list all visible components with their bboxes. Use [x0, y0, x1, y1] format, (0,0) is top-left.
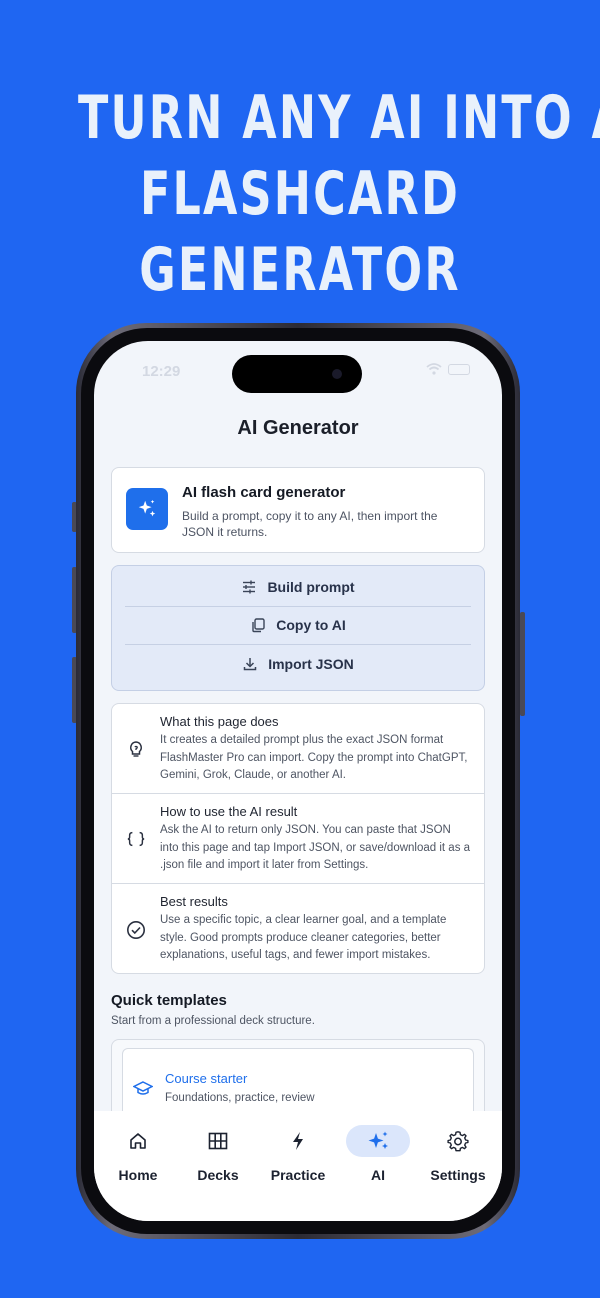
info-text-block: What this page does It creates a detaile…: [160, 714, 472, 785]
tab-label: Practice: [270, 1167, 326, 1183]
info-title: Best results: [160, 894, 228, 909]
tab-ai[interactable]: AI: [339, 1125, 417, 1183]
info-text: Use a specific topic, a clear learner go…: [160, 914, 447, 961]
battery-icon: [448, 363, 470, 375]
headline: TURN ANY AI INTO A FLASHCARD GENERATOR: [78, 80, 600, 308]
import-json-button[interactable]: Import JSON: [125, 645, 471, 684]
app-screen: 12:29 AI Generator AI flash card generat…: [94, 341, 502, 1221]
info-text-block: Best results Use a specific topic, a cle…: [160, 894, 472, 965]
info-text: It creates a detailed prompt plus the ex…: [160, 734, 468, 781]
home-icon: [106, 1125, 170, 1157]
braces-icon: [126, 830, 146, 848]
tab-label: Decks: [197, 1167, 239, 1183]
info-text: Ask the AI to return only JSON. You can …: [160, 824, 471, 871]
tab-settings[interactable]: Settings: [419, 1125, 497, 1183]
hero-text: AI flash card generator Build a prompt, …: [182, 484, 470, 539]
info-row: What this page does It creates a detaile…: [112, 704, 484, 794]
headline-line-2: FLASHCARD: [139, 159, 461, 229]
info-row: Best results Use a specific topic, a cle…: [112, 884, 484, 973]
tab-label: Settings: [430, 1167, 486, 1183]
status-time: 12:29: [142, 363, 181, 380]
build-prompt-label: Build prompt: [267, 578, 355, 595]
wifi-icon: [426, 363, 442, 375]
tab-label: AI: [371, 1167, 385, 1183]
info-title: How to use the AI result: [160, 804, 298, 819]
graduation-cap-icon: [133, 1081, 153, 1095]
status-bar: 12:29: [94, 341, 502, 397]
bolt-icon: [266, 1125, 330, 1157]
status-icons: [426, 363, 470, 375]
hero-card: AI flash card generator Build a prompt, …: [111, 467, 485, 553]
download-icon: [243, 658, 257, 671]
phone-bezel: 12:29 AI Generator AI flash card generat…: [81, 328, 515, 1234]
gear-icon: [426, 1125, 490, 1157]
info-row: How to use the AI result Ask the AI to r…: [112, 794, 484, 884]
template-name: Course starter: [165, 1071, 248, 1086]
headline-line-3: GENERATOR: [139, 235, 461, 305]
lightbulb-icon: [126, 740, 146, 758]
info-card: What this page does It creates a detaile…: [111, 703, 485, 974]
tab-decks[interactable]: Decks: [179, 1125, 257, 1183]
template-text: Course starter Foundations, practice, re…: [165, 1071, 315, 1104]
page-content: AI flash card generator Build a prompt, …: [111, 467, 485, 1130]
actions-card: Build prompt Copy to AI Import JSON: [111, 565, 485, 691]
hero-title: AI flash card generator: [182, 484, 346, 501]
build-prompt-button[interactable]: Build prompt: [125, 568, 471, 607]
info-text-block: How to use the AI result Ask the AI to r…: [160, 804, 472, 875]
tab-home[interactable]: Home: [99, 1125, 177, 1183]
quick-templates-title: Quick templates: [111, 992, 227, 1009]
copy-icon: [252, 618, 265, 633]
tab-bar: Home Decks Practice AI Settings: [94, 1111, 502, 1221]
dynamic-island: [232, 355, 362, 393]
tab-practice[interactable]: Practice: [259, 1125, 337, 1183]
copy-to-ai-label: Copy to AI: [276, 617, 346, 634]
headline-line-1: TURN ANY AI INTO A: [78, 83, 600, 153]
sparkles-icon: [126, 488, 168, 530]
hero-description: Build a prompt, copy it to any AI, then …: [182, 509, 438, 539]
page-title: AI Generator: [237, 417, 359, 439]
quick-templates-subtitle: Start from a professional deck structure…: [111, 1015, 315, 1027]
copy-to-ai-button[interactable]: Copy to AI: [125, 607, 471, 645]
tab-label: Home: [118, 1167, 158, 1183]
power-button: [520, 612, 525, 716]
sparkles-icon: [346, 1125, 410, 1157]
camera-icon: [332, 369, 342, 379]
template-description: Foundations, practice, review: [165, 1092, 315, 1104]
phone-frame: 12:29 AI Generator AI flash card generat…: [76, 323, 520, 1239]
check-circle-icon: [126, 920, 146, 940]
grid-icon: [186, 1125, 250, 1157]
tune-icon: [243, 580, 256, 594]
import-json-label: Import JSON: [268, 656, 354, 673]
info-title: What this page does: [160, 714, 279, 729]
